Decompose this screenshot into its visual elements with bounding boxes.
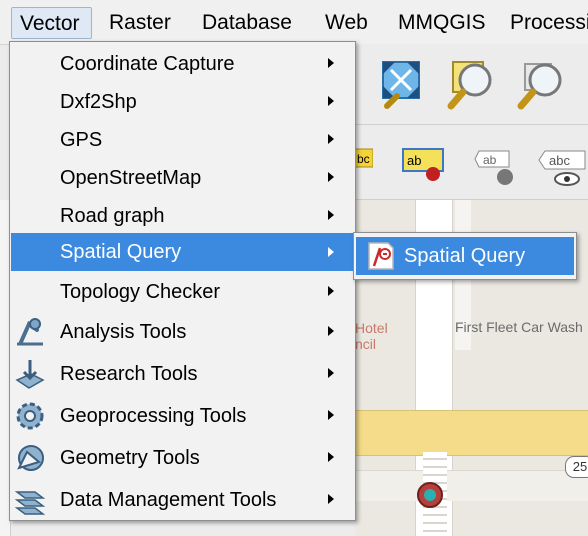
submenu-arrow-icon	[328, 96, 334, 106]
spatial-query-submenu: Spatial Query	[353, 232, 577, 280]
spatial-query-icon	[368, 242, 394, 270]
zoom-to-selection-icon[interactable]	[513, 56, 569, 112]
svg-text:ab: ab	[407, 153, 421, 168]
map-label: First Fleet Car Wash	[455, 319, 583, 335]
submenu-arrow-icon	[328, 368, 334, 378]
map-navigation-toolbar	[355, 44, 588, 125]
svg-text:bc: bc	[357, 152, 370, 166]
submenu-arrow-icon	[328, 494, 334, 504]
menu-item-label: Geoprocessing Tools	[60, 405, 247, 427]
svg-text:abc: abc	[549, 153, 570, 168]
map-label: Hotel	[355, 320, 388, 336]
menu-item-label: Research Tools	[60, 363, 198, 385]
menu-item-label: Geometry Tools	[60, 447, 200, 469]
submenu-arrow-icon	[328, 210, 334, 220]
svg-text:ab: ab	[483, 153, 497, 167]
menu-item-label: Spatial Query	[60, 241, 182, 263]
menu-item-analysis-tools[interactable]: Analysis Tools	[11, 312, 354, 352]
data-management-tools-icon	[14, 491, 46, 515]
vector-menu: Coordinate Capture Dxf2Shp GPS OpenStree…	[9, 41, 356, 521]
road-shield: 25	[565, 456, 588, 478]
show-hide-label-icon[interactable]: abc	[537, 147, 588, 187]
pin-label-icon[interactable]: ab	[401, 147, 447, 183]
submenu-arrow-icon	[328, 172, 334, 182]
menu-item-label: Data Management Tools	[60, 489, 277, 511]
map-major-road	[355, 410, 588, 456]
menu-item-dxf2shp[interactable]: Dxf2Shp	[11, 82, 354, 122]
move-label-icon[interactable]: ab	[473, 147, 517, 187]
label-icon[interactable]: bc	[355, 147, 373, 169]
zoom-full-icon[interactable]	[377, 56, 427, 112]
menu-raster[interactable]: Raster	[101, 7, 179, 39]
menu-item-gps[interactable]: GPS	[11, 120, 354, 160]
research-tools-icon	[15, 360, 45, 389]
submenu-item-label: Spatial Query	[404, 245, 526, 267]
menu-item-label: Analysis Tools	[60, 321, 187, 343]
menu-database[interactable]: Database	[194, 7, 300, 39]
submenu-arrow-icon	[328, 58, 334, 68]
menu-item-geometry-tools[interactable]: Geometry Tools	[11, 438, 354, 478]
menu-item-topology-checker[interactable]: Topology Checker	[11, 272, 354, 312]
submenu-arrow-icon	[328, 452, 334, 462]
menu-item-spatial-query[interactable]: Spatial Query	[11, 233, 354, 271]
menu-mmqgis[interactable]: MMQGIS	[390, 7, 494, 39]
menu-item-research-tools[interactable]: Research Tools	[11, 354, 354, 394]
menu-item-coordinate-capture[interactable]: Coordinate Capture	[11, 44, 354, 84]
menu-processing[interactable]: Processing	[502, 7, 588, 39]
submenu-arrow-icon	[328, 410, 334, 420]
menu-item-label: Dxf2Shp	[60, 91, 137, 113]
menu-web[interactable]: Web	[317, 7, 376, 39]
menu-item-label: GPS	[60, 129, 103, 151]
menu-item-label: Road graph	[60, 205, 165, 227]
map-label: ncil	[355, 336, 377, 352]
menu-item-openstreetmap[interactable]: OpenStreetMap	[11, 158, 354, 198]
submenu-arrow-icon	[328, 326, 334, 336]
menu-item-label: OpenStreetMap	[60, 167, 202, 189]
submenu-arrow-icon	[328, 247, 334, 257]
zoom-to-layer-icon[interactable]	[443, 56, 499, 112]
map-road	[355, 470, 588, 501]
menu-vector[interactable]: Vector	[11, 7, 92, 39]
menu-item-road-graph[interactable]: Road graph	[11, 196, 354, 236]
menu-item-geoprocessing-tools[interactable]: Geoprocessing Tools	[11, 396, 354, 436]
menu-item-label: Coordinate Capture	[60, 53, 235, 75]
submenu-item-spatial-query[interactable]: Spatial Query	[356, 237, 574, 275]
map-poi-marker[interactable]	[417, 482, 443, 508]
submenu-arrow-icon	[328, 286, 334, 296]
submenu-arrow-icon	[328, 134, 334, 144]
menu-bar: Vector Raster Database Web MMQGIS Proces…	[0, 0, 588, 45]
geoprocessing-tools-icon	[16, 402, 44, 430]
menu-item-data-management-tools[interactable]: Data Management Tools	[11, 480, 354, 520]
geometry-tools-icon	[17, 445, 44, 471]
menu-item-label: Topology Checker	[60, 281, 221, 303]
label-toolbar: bc ab ab abc	[355, 125, 588, 200]
analysis-tools-icon	[17, 318, 43, 346]
